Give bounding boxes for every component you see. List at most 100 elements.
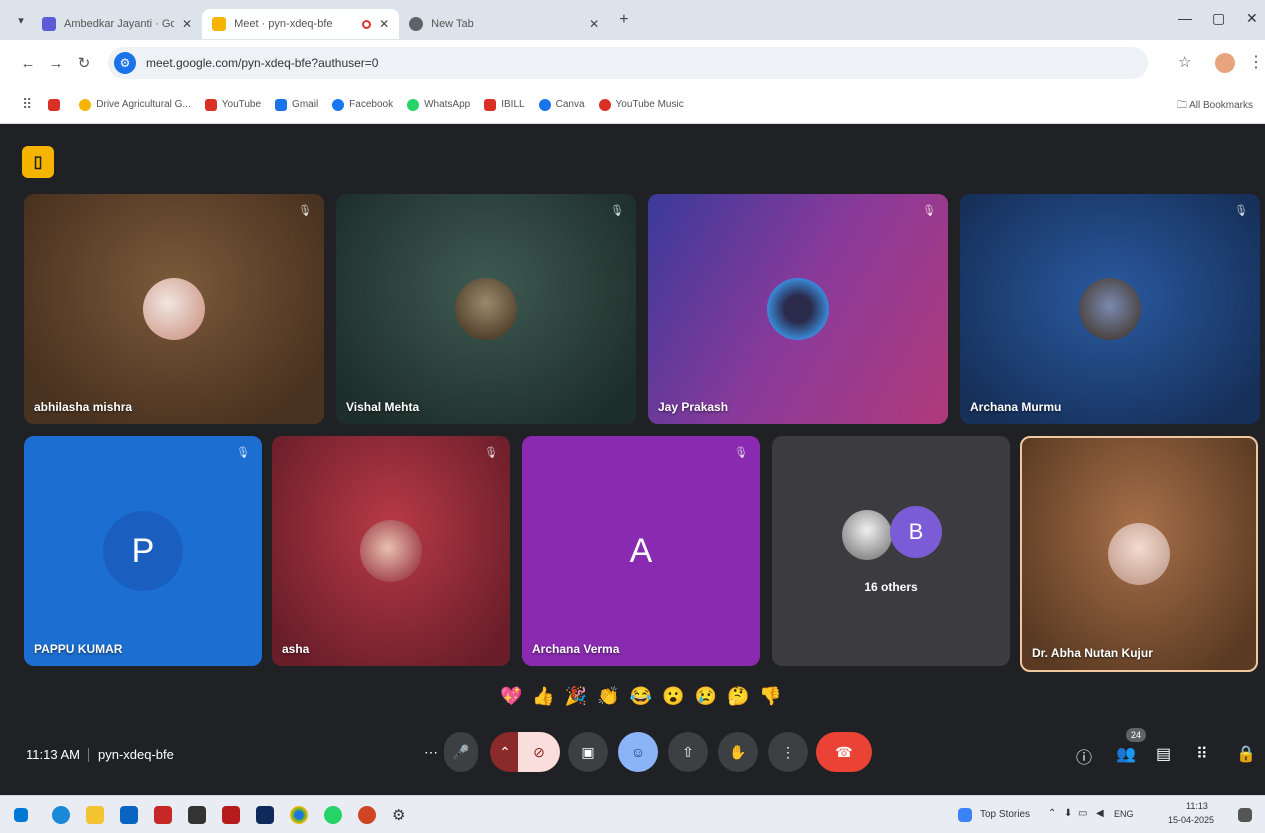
app-icon[interactable] [188, 806, 206, 824]
bookmark-icon [79, 98, 92, 111]
chrome-icon[interactable] [290, 806, 308, 824]
avatar [1079, 278, 1141, 340]
thumbs-up-reaction-icon[interactable]: 👍 [532, 684, 554, 708]
profile-avatar[interactable] [1215, 53, 1235, 73]
url-field[interactable]: ⚙ meet.google.com/pyn-xdeq-bfe?authuser=… [108, 47, 1148, 79]
close-icon[interactable]: ✕ [589, 17, 599, 31]
mic-off-icon: 🎙 [1234, 205, 1248, 217]
back-icon[interactable]: ← [14, 55, 42, 72]
bookmark-7[interactable]: Canva [538, 98, 585, 111]
volume-icon[interactable]: ◀ [1096, 808, 1104, 819]
forward-icon[interactable]: → [42, 55, 70, 72]
avatar: A [601, 511, 681, 591]
network-icon[interactable]: ⬇ [1064, 808, 1072, 819]
avatar: B [890, 506, 942, 558]
whatsapp-icon [407, 98, 420, 111]
bookmark-6[interactable]: IBILL [484, 98, 525, 111]
bookmark-5[interactable]: WhatsApp [407, 98, 470, 111]
notifications-icon[interactable] [1238, 808, 1252, 822]
facebook-icon [332, 98, 345, 111]
bookmark-8[interactable]: YouTube Music [598, 98, 684, 111]
photoshop-icon[interactable] [256, 806, 274, 824]
pdf-icon[interactable] [154, 806, 172, 824]
bookmark-star-icon[interactable]: ☆ [1178, 53, 1191, 71]
chrome-favicon-icon [409, 17, 424, 31]
sad-reaction-icon[interactable]: 😢 [695, 684, 717, 708]
participant-tile[interactable]: 🎙 A Archana Verma [522, 436, 760, 666]
present-button[interactable]: ⇧ [668, 732, 708, 772]
activities-icon[interactable]: ⠿ [1196, 744, 1208, 764]
language-indicator[interactable]: ENG [1114, 809, 1134, 819]
close-window-icon[interactable]: ✕ [1246, 10, 1258, 27]
others-tile[interactable]: B 16 others [772, 436, 1010, 666]
party-reaction-icon[interactable]: 🎉 [565, 684, 587, 708]
participant-tile[interactable]: Dr. Abha Nutan Kujur [1020, 436, 1258, 672]
clock-time[interactable]: 11:13 [1186, 801, 1208, 811]
bookmark-2[interactable]: YouTube [204, 98, 261, 111]
recording-icon [362, 19, 372, 29]
thinking-reaction-icon[interactable]: 🤔 [727, 684, 749, 708]
host-controls-icon[interactable]: 🔒 [1236, 744, 1256, 764]
camera-off-button[interactable]: ⊘ [518, 732, 560, 772]
display-icon[interactable]: ▭ [1078, 808, 1087, 819]
people-icon[interactable]: 👥 [1116, 744, 1136, 764]
raise-hand-button[interactable]: ✋ [718, 732, 758, 772]
bookmark-1[interactable]: Drive Agricultural G... [79, 98, 191, 111]
close-icon[interactable]: ✕ [182, 17, 192, 31]
outlook-icon[interactable] [120, 806, 138, 824]
participant-name: Archana Murmu [970, 400, 1062, 414]
edge-icon[interactable] [52, 806, 70, 824]
settings-icon[interactable]: ⚙ [392, 806, 410, 824]
new-tab-icon[interactable]: + [619, 11, 628, 29]
microphone-button[interactable]: 🎤 [444, 732, 478, 772]
participant-tile[interactable]: 🎙 Jay Prakash [648, 194, 948, 424]
participant-tile[interactable]: 🎙 abhilasha mishra [24, 194, 324, 424]
news-icon[interactable] [958, 808, 972, 822]
audio-options-icon[interactable]: ⋯ [418, 732, 444, 772]
news-label[interactable]: Top Stories [980, 809, 1030, 820]
powerpoint-icon[interactable] [358, 806, 376, 824]
participant-tile[interactable]: 🎙 Archana Murmu [960, 194, 1260, 424]
tab-ambedkar[interactable]: Ambedkar Jayanti · Google ✕ [32, 9, 202, 39]
captions-button[interactable]: ▣ [568, 732, 608, 772]
end-call-button[interactable]: ☎ [816, 732, 872, 772]
thumbs-down-reaction-icon[interactable]: 👎 [759, 684, 781, 708]
participant-tile[interactable]: 🎙 Vishal Mehta [336, 194, 636, 424]
acrobat-icon[interactable] [222, 806, 240, 824]
info-icon[interactable]: ⓘ [1076, 744, 1092, 768]
all-bookmarks[interactable]: 🗀 All Bookmarks [1177, 98, 1253, 115]
tab-new[interactable]: New Tab ✕ [399, 9, 609, 39]
tab-meet[interactable]: Meet · pyn-xdeq-bfe ✕ [202, 9, 400, 39]
chat-icon[interactable]: ▤ [1156, 744, 1171, 764]
bookmark-0[interactable] [48, 98, 65, 111]
maximize-icon[interactable]: ▢ [1212, 10, 1225, 27]
close-icon[interactable]: ✕ [379, 17, 389, 31]
video-options-icon[interactable]: ⌃ [490, 732, 520, 772]
bookmark-4[interactable]: Facebook [332, 98, 393, 111]
surprised-reaction-icon[interactable]: 😮 [662, 684, 684, 708]
meet-favicon-icon [212, 17, 227, 31]
participant-tile[interactable]: 🎙 asha [272, 436, 510, 666]
file-explorer-icon[interactable] [86, 806, 104, 824]
emoji-button[interactable]: ☺ [618, 732, 658, 772]
minimize-icon[interactable]: — [1178, 10, 1192, 26]
heart-reaction-icon[interactable]: 💖 [500, 684, 522, 708]
participant-tile[interactable]: 🎙 P PAPPU KUMAR [24, 436, 262, 666]
bookmark-3[interactable]: Gmail [275, 98, 318, 111]
laugh-reaction-icon[interactable]: 😂 [630, 684, 652, 708]
whatsapp-icon[interactable] [324, 806, 342, 824]
site-info-icon[interactable]: ⚙ [114, 52, 136, 74]
tab-strip: ▾ Ambedkar Jayanti · Google ✕ Meet · pyn… [0, 0, 1265, 40]
clap-reaction-icon[interactable]: 👏 [597, 684, 619, 708]
more-options-button[interactable]: ⋮ [768, 732, 808, 772]
browser-menu-icon[interactable]: ⋮ [1248, 52, 1264, 72]
apps-icon[interactable]: ⠿ [22, 96, 32, 113]
avatar [767, 278, 829, 340]
avatar [842, 510, 892, 560]
reload-icon[interactable]: ↻ [70, 54, 98, 72]
windows-start-icon[interactable] [14, 808, 28, 822]
clock-date[interactable]: 15-04-2025 [1168, 815, 1214, 825]
tray-chevron-icon[interactable]: ⌃ [1048, 808, 1056, 819]
door-icon[interactable]: ▯ [22, 146, 54, 178]
tab-search-icon[interactable]: ▾ [10, 14, 32, 27]
